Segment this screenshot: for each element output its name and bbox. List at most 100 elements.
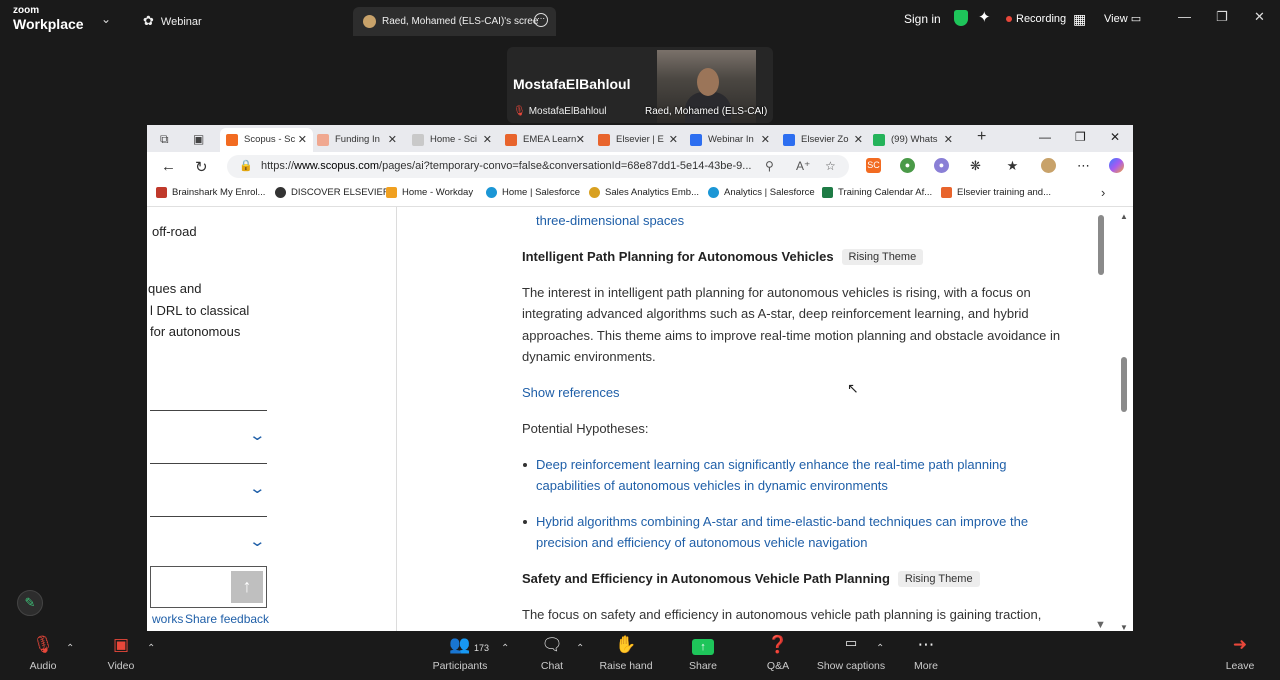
- close-icon[interactable]: ✕: [1254, 9, 1265, 25]
- participants-button[interactable]: 👥 Participants: [428, 635, 492, 672]
- search-icon[interactable]: ⚲: [765, 159, 774, 173]
- profile-avatar[interactable]: [1041, 158, 1056, 173]
- restore-icon[interactable]: ❐: [1075, 130, 1086, 144]
- scroll-up-icon[interactable]: ▲: [1120, 212, 1128, 221]
- grid-icon[interactable]: ▦: [1073, 11, 1086, 28]
- tab-favicon-icon: [505, 134, 517, 146]
- show-references-link[interactable]: Show references: [522, 385, 620, 400]
- bookmark-sales-analytics[interactable]: Sales Analytics Emb...: [589, 187, 699, 198]
- read-aloud-icon[interactable]: A⁺: [796, 159, 810, 173]
- hypothesis-link[interactable]: Deep reinforcement learning can signific…: [536, 457, 1006, 472]
- chevron-down-icon[interactable]: ⌄: [248, 479, 266, 497]
- bookmark-elsevier-training[interactable]: Elsevier training and...: [941, 187, 1051, 198]
- avatar: [363, 15, 376, 28]
- close-tab-icon[interactable]: ✕: [388, 133, 397, 146]
- close-tab-icon[interactable]: ✕: [944, 133, 953, 146]
- scroll-down-icon[interactable]: ▼: [1120, 623, 1128, 631]
- favorites-icon[interactable]: ★: [1005, 158, 1020, 173]
- browser-tab[interactable]: (99) Whats ✕: [867, 128, 959, 152]
- copilot-icon[interactable]: [1109, 158, 1124, 173]
- page-scrollbar[interactable]: [1121, 357, 1127, 412]
- recording-indicator[interactable]: Recording: [1006, 13, 1066, 25]
- new-tab-icon[interactable]: +: [977, 128, 986, 146]
- share-button[interactable]: ↑ Share: [683, 635, 723, 672]
- tab-favicon-icon: [412, 134, 424, 146]
- tab-favicon-icon: [783, 134, 795, 146]
- close-icon[interactable]: ✕: [1110, 130, 1120, 144]
- sign-in-button[interactable]: Sign in: [904, 12, 941, 26]
- bookmark-salesforce[interactable]: Home | Salesforce: [486, 187, 580, 198]
- more-button[interactable]: ⋯ More: [906, 635, 946, 672]
- browser-tab[interactable]: EMEA Learn ✕: [499, 128, 591, 152]
- video-button[interactable]: ▣ Video: [100, 635, 142, 672]
- star-icon[interactable]: ☆: [825, 159, 836, 173]
- inner-scrollbar[interactable]: [1098, 215, 1104, 275]
- speaker-name: MostafaElBahloul: [513, 76, 631, 92]
- chevron-down-icon[interactable]: ⌄: [101, 12, 111, 26]
- screen-share-tab[interactable]: Raed, Mohamed (ELS-CAI)'s scree ⋯: [353, 7, 556, 36]
- extension-icon[interactable]: ●: [934, 158, 949, 173]
- bookmark-analytics-salesforce[interactable]: Analytics | Salesforce: [708, 187, 815, 198]
- browser-tab[interactable]: Funding In ✕: [311, 128, 403, 152]
- chevron-down-icon[interactable]: ⌄: [248, 426, 266, 444]
- ai-sparkle-icon[interactable]: ✦: [978, 8, 991, 26]
- puzzle-icon[interactable]: ❋: [968, 158, 983, 173]
- chevron-down-icon[interactable]: ⌄: [248, 532, 266, 550]
- minimize-icon[interactable]: —: [1039, 130, 1051, 144]
- more-icon[interactable]: ⋯: [1076, 158, 1091, 173]
- tab-favicon-icon: [690, 134, 702, 146]
- chat-button[interactable]: 🗨 Chat: [532, 635, 572, 672]
- minimize-icon[interactable]: —: [1178, 9, 1191, 24]
- lock-icon[interactable]: 🔒: [239, 159, 253, 172]
- scroll-down-icon[interactable]: ▼: [1095, 619, 1106, 631]
- close-tab-icon[interactable]: ✕: [483, 133, 492, 146]
- bookmark-training-calendar[interactable]: Training Calendar Af...: [822, 187, 932, 198]
- url-input[interactable]: 🔒 https://www.scopus.com/pages/ai?tempor…: [227, 155, 849, 178]
- close-tab-icon[interactable]: ✕: [854, 133, 863, 146]
- input-box[interactable]: ↑: [150, 566, 267, 608]
- tab-actions-icon[interactable]: ▣: [193, 132, 204, 146]
- pencil-icon[interactable]: ✎: [17, 590, 43, 616]
- leave-button[interactable]: ➜ Leave: [1220, 635, 1260, 672]
- webinar-menu[interactable]: ✿ Webinar: [143, 13, 202, 29]
- camera-label: Raed, Mohamed (ELS-CAI): [645, 106, 768, 117]
- bookmarks-bar: Brainshark My Enrol... DISCOVER ELSEVIER…: [147, 181, 1133, 207]
- browser-tab[interactable]: Scopus - Sc ✕: [220, 128, 313, 152]
- view-button[interactable]: View ▭: [1104, 12, 1141, 25]
- chevron-up-icon[interactable]: ⌃: [501, 643, 509, 654]
- chevron-up-icon[interactable]: ⌃: [147, 643, 155, 654]
- browser-tab[interactable]: Home - Sci ✕: [406, 128, 498, 152]
- browser-tab[interactable]: Webinar In ✕: [684, 128, 776, 152]
- close-tab-icon[interactable]: ✕: [576, 133, 585, 146]
- scopus-extension-icon[interactable]: SC: [866, 158, 881, 173]
- browser-tab[interactable]: Elsevier Zo ✕: [777, 128, 869, 152]
- chevron-up-icon[interactable]: ⌃: [876, 643, 884, 654]
- close-tab-icon[interactable]: ✕: [761, 133, 770, 146]
- chevron-right-icon[interactable]: ›: [1101, 185, 1105, 200]
- refresh-icon[interactable]: ↻: [195, 158, 208, 176]
- left-panel: off-road ques and l DRL to classical for…: [147, 207, 397, 631]
- bookmark-workday[interactable]: Home - Workday: [386, 187, 473, 198]
- chevron-up-icon[interactable]: ⌃: [66, 643, 74, 654]
- close-tab-icon[interactable]: ✕: [298, 133, 307, 146]
- workspaces-icon[interactable]: ⧉: [160, 132, 169, 147]
- works-link[interactable]: works: [152, 612, 183, 626]
- bookmark-brainshark[interactable]: Brainshark My Enrol...: [156, 187, 265, 198]
- extension-icon[interactable]: ●: [900, 158, 915, 173]
- hypothesis-link[interactable]: precision and efficiency of autonomous v…: [536, 535, 867, 550]
- restore-icon[interactable]: ❐: [1216, 9, 1228, 25]
- qa-button[interactable]: ❓ Q&A: [758, 635, 798, 672]
- chevron-up-icon[interactable]: ⌃: [576, 643, 584, 654]
- close-tab-icon[interactable]: ✕: [669, 133, 678, 146]
- hypothesis-link[interactable]: Hybrid algorithms combining A-star and t…: [536, 514, 1028, 529]
- back-icon[interactable]: ←: [161, 158, 176, 175]
- hypothesis-link[interactable]: capabilities of autonomous vehicles in d…: [536, 478, 888, 493]
- audio-button[interactable]: 🎙 Audio: [22, 635, 64, 672]
- share-feedback-link[interactable]: Share feedback: [185, 612, 269, 626]
- shield-icon[interactable]: [954, 10, 968, 26]
- raise-hand-button[interactable]: ✋ Raise hand: [598, 635, 654, 672]
- arrow-up-icon[interactable]: ↑: [231, 571, 263, 603]
- browser-tab[interactable]: Elsevier | E ✕: [592, 128, 684, 152]
- more-options-icon[interactable]: ⋯: [534, 13, 548, 27]
- bookmark-discover-elsevier[interactable]: DISCOVER ELSEVIER: [275, 187, 390, 198]
